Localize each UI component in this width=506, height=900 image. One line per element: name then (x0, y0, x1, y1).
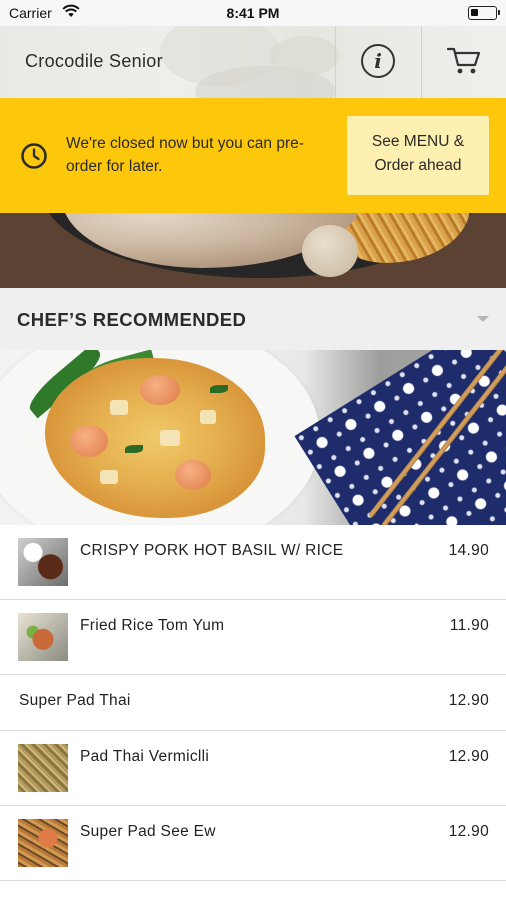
battery-icon (468, 6, 500, 20)
menu-item-name: Super Pad See Ew (80, 823, 216, 840)
dish-thumbnail (18, 744, 68, 792)
info-icon: i (361, 44, 395, 78)
cart-button[interactable] (422, 26, 506, 98)
menu-item-price: 12.90 (448, 823, 489, 840)
menu-list: CRISPY PORK HOT BASIL W/ RICE 14.90 Frie… (0, 525, 506, 881)
menu-item-price: 12.90 (448, 748, 489, 765)
caret-down-icon (477, 316, 489, 322)
menu-item-crispy-pork-hot-basil[interactable]: CRISPY PORK HOT BASIL W/ RICE 14.90 (0, 525, 506, 600)
menu-item-price: 12.90 (448, 692, 489, 709)
dish-thumbnail (18, 538, 68, 586)
menu-item-name: Pad Thai Vermiclli (80, 748, 210, 765)
closed-message: We're closed now but you can pre-order f… (66, 135, 304, 175)
clock-icon (21, 143, 47, 169)
dish-thumbnail (18, 819, 68, 867)
closed-banner: We're closed now but you can pre-order f… (0, 98, 506, 213)
menu-item-pad-thai-vermicelli[interactable]: Pad Thai Vermiclli 12.90 (0, 731, 506, 806)
hero-food-image (0, 213, 506, 288)
menu-item-super-pad-see-ew[interactable]: Super Pad See Ew 12.90 (0, 806, 506, 881)
info-button[interactable]: i (336, 26, 421, 98)
menu-item-fried-rice-tom-yum[interactable]: Fried Rice Tom Yum 11.90 (0, 600, 506, 675)
section-header-chefs-recommended[interactable]: CHEF’S RECOMMENDED (0, 288, 506, 350)
cart-icon (447, 47, 481, 74)
status-bar: Carrier 8:41 PM (0, 0, 506, 26)
app-header: Crocodile Senior i (0, 26, 506, 98)
section-title: CHEF’S RECOMMENDED (17, 309, 247, 330)
menu-item-price: 14.90 (448, 542, 489, 559)
restaurant-name: Crocodile Senior (25, 51, 163, 71)
menu-item-price: 11.90 (449, 617, 489, 634)
see-menu-order-ahead-button[interactable]: See MENU & Order ahead (347, 116, 489, 195)
clock-time: 8:41 PM (226, 5, 280, 21)
menu-item-name: Super Pad Thai (19, 692, 131, 709)
featured-dish-image (0, 350, 506, 525)
menu-item-super-pad-thai[interactable]: Super Pad Thai 12.90 (0, 675, 506, 731)
dish-thumbnail (18, 613, 68, 661)
menu-item-name: Fried Rice Tom Yum (80, 617, 225, 634)
menu-item-name: CRISPY PORK HOT BASIL W/ RICE (80, 542, 344, 559)
